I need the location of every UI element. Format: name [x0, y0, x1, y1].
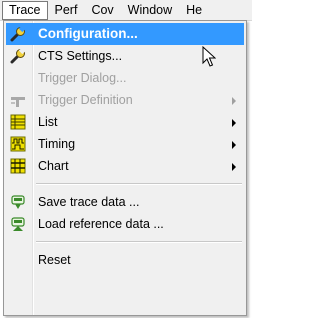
menu-item-list[interactable]: List	[6, 111, 244, 133]
submenu-arrow-icon	[232, 97, 236, 105]
menu-item-label: Trigger Definition	[38, 93, 133, 107]
menu-separator	[36, 183, 242, 185]
mouse-cursor-icon	[202, 46, 216, 67]
menu-item-label: Load reference data ...	[38, 217, 164, 231]
menu-item-configuration[interactable]: Configuration...	[6, 23, 244, 45]
menu-cov[interactable]: Cov	[84, 1, 120, 20]
menu-item-label: Reset	[38, 253, 71, 267]
menu-item-trigger-dialog[interactable]: Trigger Dialog...	[6, 67, 244, 89]
menu-item-label: Configuration...	[38, 26, 138, 41]
wrench-icon	[10, 26, 26, 42]
menu-item-label: Save trace data ...	[38, 195, 140, 209]
timing-icon	[10, 136, 26, 152]
list-icon	[10, 114, 26, 130]
menu-window[interactable]: Window	[121, 1, 179, 20]
menu-help[interactable]: He	[179, 1, 209, 20]
menu-item-label: List	[38, 115, 58, 129]
menu-item-load-reference-data[interactable]: Load reference data ...	[6, 213, 244, 235]
wrench-icon	[10, 48, 26, 64]
menu-trace[interactable]: Trace	[2, 0, 48, 20]
menu-item-label: Trigger Dialog...	[38, 71, 127, 85]
menu-item-label: Timing	[38, 137, 76, 151]
load-icon	[10, 216, 26, 232]
menu-item-trigger-definition[interactable]: Trigger Definition	[6, 89, 244, 111]
menu-bar: Trace Perf Cov Window He	[0, 0, 252, 21]
trigger-icon	[10, 92, 26, 108]
menu-item-label: CTS Settings...	[38, 49, 123, 63]
menu-perf[interactable]: Perf	[48, 1, 85, 20]
save-icon	[10, 194, 26, 210]
menu-item-save-trace-data[interactable]: Save trace data ...	[6, 191, 244, 213]
submenu-arrow-icon	[232, 119, 236, 127]
menu-separator	[36, 241, 242, 243]
chart-icon	[10, 158, 26, 174]
menu-item-reset[interactable]: Reset	[6, 249, 244, 271]
menu-item-timing[interactable]: Timing	[6, 133, 244, 155]
submenu-arrow-icon	[232, 163, 236, 171]
submenu-arrow-icon	[232, 141, 236, 149]
menu-item-label: Chart	[38, 159, 69, 173]
menu-item-chart[interactable]: Chart	[6, 155, 244, 177]
